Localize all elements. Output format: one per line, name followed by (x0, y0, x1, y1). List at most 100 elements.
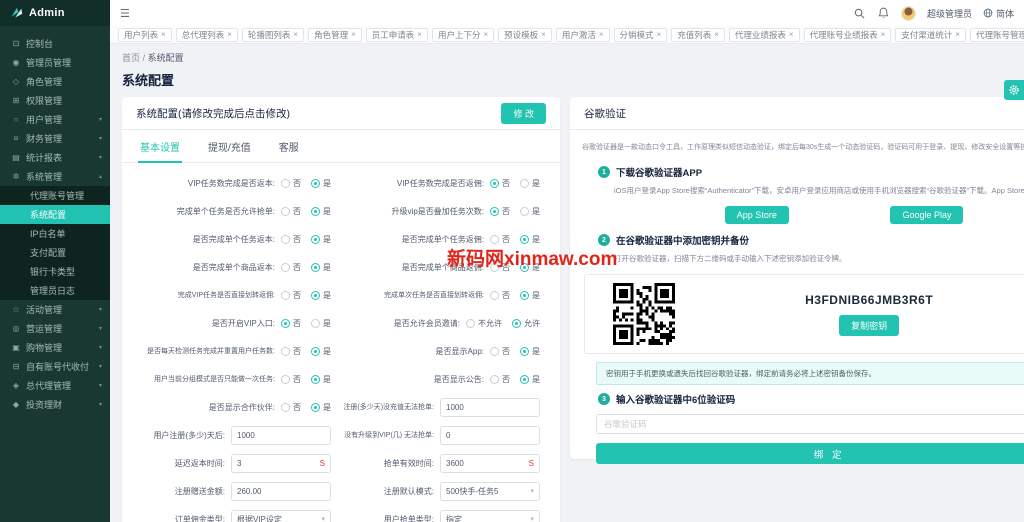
workspace-tab[interactable]: 代理账号管理× (969, 27, 1024, 42)
radio-option[interactable]: 是 (520, 346, 540, 357)
sidebar-item-admin-management[interactable]: ◉ 管理员管理 (0, 53, 110, 72)
search-icon[interactable] (853, 7, 866, 20)
radio-option[interactable]: 是 (311, 290, 331, 301)
app-store-button[interactable]: App Store (724, 206, 789, 224)
workspace-tab[interactable]: 代理账号业绩报表 × (803, 27, 892, 42)
sidebar-item-shopping-management[interactable]: ▣ 购物管理 ▾ (0, 338, 110, 357)
tab-close-icon[interactable]: × (955, 30, 960, 39)
radio-option[interactable]: 否 (490, 374, 510, 385)
radio-option[interactable]: 否 (281, 262, 301, 273)
radio-option[interactable]: 否 (281, 206, 301, 217)
workspace-tab[interactable]: 分销模式 × (613, 27, 668, 42)
radio-option[interactable]: 是 (520, 234, 540, 245)
radio-option[interactable]: 否 (281, 402, 301, 413)
sidebar-item-finance-management[interactable]: ¤ 财务管理 ▾ (0, 129, 110, 148)
workspace-tab[interactable]: 支付渠道统计 × (895, 27, 966, 42)
sidebar-item-investment-management[interactable]: ◆ 投资理财 ▾ (0, 395, 110, 414)
bind-button[interactable]: 绑 定 (596, 443, 1024, 464)
tab-close-icon[interactable]: × (657, 30, 662, 39)
workspace-tab[interactable]: 代理业绩报表 × (728, 27, 800, 42)
radio-option[interactable]: 是 (311, 318, 331, 329)
field-select[interactable]: 指定 ▾ (440, 509, 540, 522)
sidebar-collapse-icon[interactable]: ☰ (120, 7, 130, 20)
radio-option[interactable]: 是 (311, 374, 331, 385)
sidebar-item-role-management[interactable]: ◇ 角色管理 (0, 72, 110, 91)
sidebar-item-general-agent-management[interactable]: ◈ 总代理管理 ▾ (0, 376, 110, 395)
sidebar-item-permission-management[interactable]: ⊞ 权限管理 (0, 91, 110, 110)
tab-close-icon[interactable]: × (789, 30, 794, 39)
username[interactable]: 超级管理员 (927, 7, 972, 20)
workspace-tab[interactable]: 角色管理 × (308, 27, 362, 42)
radio-option[interactable]: 否 (281, 234, 301, 245)
radio-option[interactable]: 否 (281, 374, 301, 385)
workspace-tab[interactable]: 预设模板 × (498, 27, 552, 42)
radio-option[interactable]: 否 (490, 234, 510, 245)
radio-option[interactable]: 否 (281, 346, 301, 357)
radio-option[interactable]: 是 (311, 206, 331, 217)
notification-bell-icon[interactable] (877, 7, 890, 20)
sidebar-subitem-admin-log[interactable]: 管理员日志 (0, 281, 110, 300)
edit-button[interactable]: 修 改 (501, 102, 546, 124)
sidebar-subitem-agent-account-management[interactable]: 代理账号管理 (0, 186, 110, 205)
radio-option[interactable]: 是 (311, 262, 331, 273)
tab-close-icon[interactable]: × (881, 30, 886, 39)
radio-option[interactable]: 不允许 (466, 318, 502, 329)
config-tab[interactable]: 客服 (277, 130, 301, 163)
radio-option[interactable]: 否 (281, 290, 301, 301)
field-select[interactable]: 根据VIP设定 ▾ (231, 509, 331, 522)
tab-close-icon[interactable]: × (541, 30, 546, 39)
sidebar-subitem-payment-config[interactable]: 支付配置 (0, 243, 110, 262)
workspace-tab[interactable]: 用户列表 × (118, 27, 172, 42)
tab-close-icon[interactable]: × (161, 30, 166, 39)
language-switcher[interactable]: 简体 (983, 7, 1014, 20)
tab-close-icon[interactable]: × (714, 30, 719, 39)
tab-close-icon[interactable]: × (351, 30, 356, 39)
field-input[interactable]: 0 (440, 425, 540, 445)
copy-key-button[interactable]: 复制密钥 (839, 314, 900, 336)
field-input[interactable]: 3600 S (440, 453, 540, 473)
sidebar-item-report-statistics[interactable]: ▤ 统计报表 ▾ (0, 148, 110, 167)
google-code-input[interactable] (596, 414, 1024, 434)
sidebar-item-own-account-collection[interactable]: ⊟ 自有账号代收付 ▾ (0, 357, 110, 376)
field-select[interactable]: 500快手-任务5 ▾ (440, 481, 540, 501)
radio-option[interactable]: 是 (311, 178, 331, 189)
breadcrumb-home[interactable]: 首页 (122, 53, 140, 63)
field-input[interactable]: 1000 (231, 425, 331, 445)
tab-close-icon[interactable]: × (483, 30, 488, 39)
workspace-tab[interactable]: 充值列表 × (671, 27, 725, 42)
workspace-tab[interactable]: 总代理列表 × (175, 27, 238, 42)
radio-option[interactable]: 否 (490, 346, 510, 357)
radio-option[interactable]: 是 (520, 290, 540, 301)
config-tab[interactable]: 提现/充值 (206, 130, 253, 163)
workspace-tab[interactable]: 员工申请表 × (365, 27, 428, 42)
radio-option[interactable]: 是 (520, 206, 540, 217)
radio-option[interactable]: 是 (520, 262, 540, 273)
radio-option[interactable]: 允许 (512, 318, 540, 329)
radio-option[interactable]: 否 (281, 318, 301, 329)
radio-option[interactable]: 是 (311, 402, 331, 413)
config-tab[interactable]: 基本设置 (138, 130, 182, 163)
sidebar-item-activity-management[interactable]: ☆ 活动管理 ▾ (0, 300, 110, 319)
sidebar-subitem-bank-card-type[interactable]: 银行卡类型 (0, 262, 110, 281)
tab-close-icon[interactable]: × (227, 30, 232, 39)
sidebar-item-system-management[interactable]: ✲ 系统管理 ▴ (0, 167, 110, 186)
sidebar-subitem-ip-whitelist[interactable]: IP白名单 (0, 224, 110, 243)
radio-option[interactable]: 否 (490, 262, 510, 273)
field-input[interactable]: 3S (231, 453, 331, 473)
field-input[interactable]: 1000 (440, 397, 540, 417)
workspace-tab[interactable]: 轮播图列表 × (241, 27, 305, 42)
tab-close-icon[interactable]: × (417, 30, 422, 39)
tab-close-icon[interactable]: × (293, 30, 298, 39)
sidebar-subitem-system-config[interactable]: 系统配置 (0, 205, 110, 224)
radio-option[interactable]: 否 (490, 290, 510, 301)
radio-option[interactable]: 是 (311, 234, 331, 245)
sidebar-item-console[interactable]: ⊡ 控制台 (0, 34, 110, 53)
sidebar-item-user-management[interactable]: ○ 用户管理 ▾ (0, 110, 110, 129)
radio-option[interactable]: 否 (490, 178, 510, 189)
radio-option[interactable]: 是 (520, 178, 540, 189)
radio-option[interactable]: 是 (520, 374, 540, 385)
radio-option[interactable]: 否 (281, 178, 301, 189)
workspace-tab[interactable]: 用户激活 × (555, 27, 610, 42)
tab-close-icon[interactable]: × (599, 30, 604, 39)
radio-option[interactable]: 是 (311, 346, 331, 357)
